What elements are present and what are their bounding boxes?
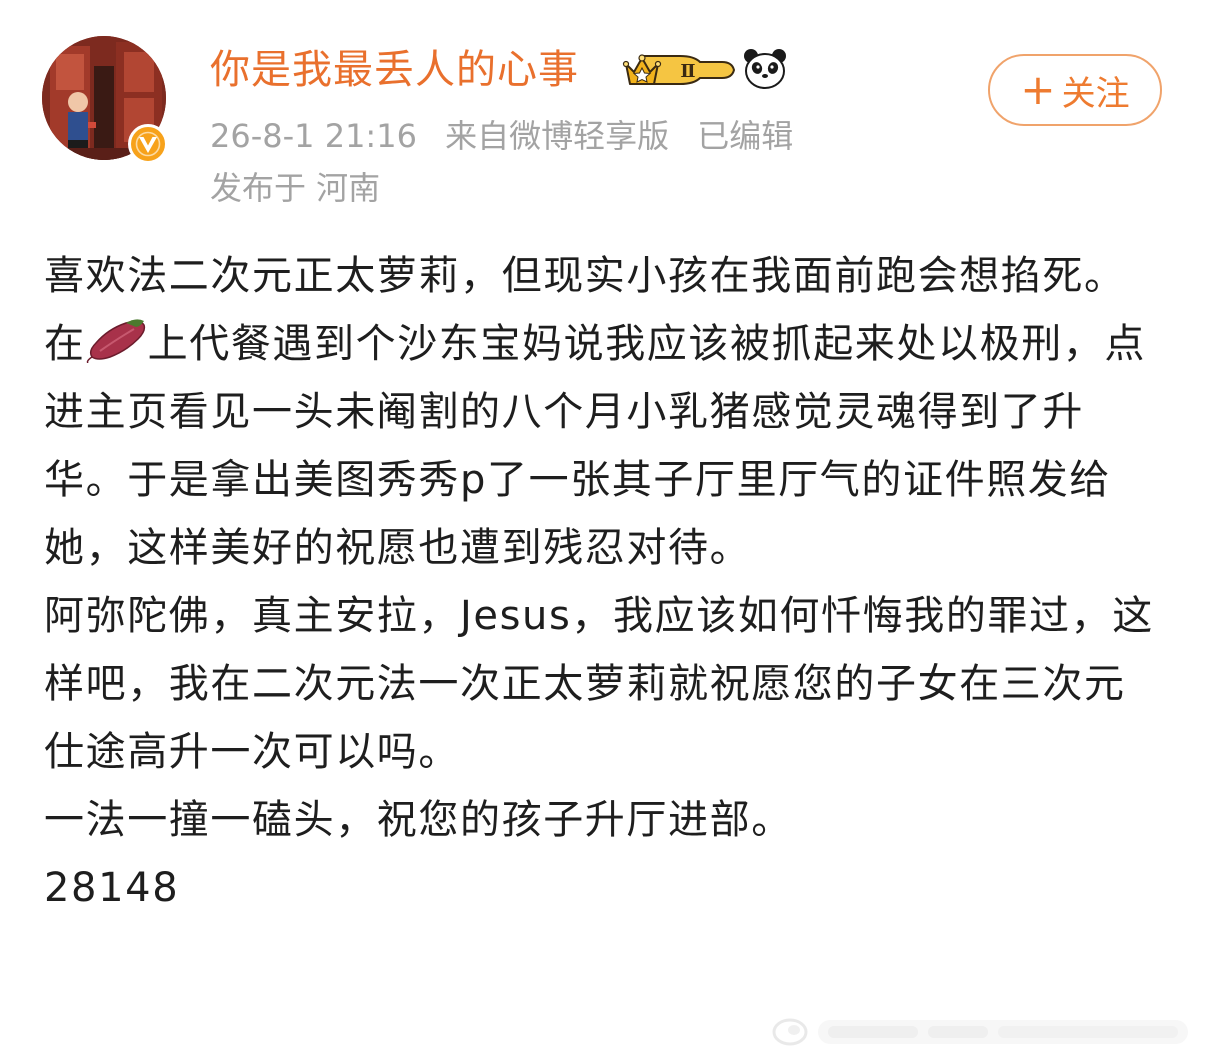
post-body: 喜欢法二次元正太萝莉，但现实小孩在我面前跑会想掐死。在 上代餐遇到个沙东宝妈说我… xyxy=(44,242,1164,922)
post-paragraph: 28148 xyxy=(44,865,180,911)
post-location: 发布于 河南 xyxy=(210,168,398,208)
post-paragraph: 喜欢法二次元正太萝莉，但现实小孩在我面前跑会想掐死。在 上代餐遇到个沙东宝妈说我… xyxy=(44,242,1164,582)
post-meta: 26-8-1 21:16 来自微博轻享版 已编辑 xyxy=(210,116,811,156)
panda-emoji-icon xyxy=(744,49,786,89)
edited-label[interactable]: 已编辑 xyxy=(697,117,793,155)
post-paragraph: 阿弥陀佛，真主安拉，Jesus，我应该如何忏悔我的罪过，这样吧，我在二次元法一次… xyxy=(44,593,1154,775)
crown-level-badge-icon: Ⅱ xyxy=(622,54,736,85)
post-paragraph: 一法一撞一磕头，祝您的孩子升厅进部。 xyxy=(44,797,793,843)
verified-v-icon xyxy=(135,131,161,157)
post-text: 上代餐遇到个沙东宝妈说我应该被抓起来处以极刑，点进主页看见一头未阉割的八个月小乳… xyxy=(44,321,1147,571)
location-text: 发布于 河南 xyxy=(210,169,381,207)
post-timestamp: 26-8-1 21:16 xyxy=(210,117,417,155)
follow-label: 关注 xyxy=(1061,73,1130,114)
verified-badge xyxy=(128,124,168,164)
username[interactable]: 你是我最丢人的心事 xyxy=(210,44,579,96)
follow-button[interactable]: + 关注 xyxy=(988,54,1162,126)
post-source[interactable]: 来自微博轻享版 xyxy=(445,117,669,155)
sweet-potato-emoji-icon xyxy=(86,319,145,363)
plus-icon: + xyxy=(1020,65,1056,114)
level-badge-text: Ⅱ xyxy=(680,61,695,82)
watermark-logo xyxy=(772,1018,1188,1046)
